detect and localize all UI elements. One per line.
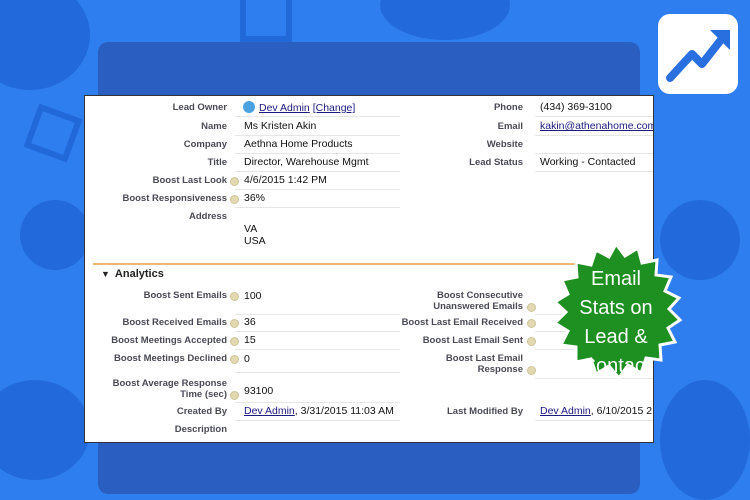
phone-label: Phone <box>493 102 523 113</box>
last-email-received-label: Boost Last Email Received <box>401 317 523 328</box>
boost-last-look-label: Boost Last Look <box>152 175 227 186</box>
meetings-declined-value: 0 <box>244 353 250 365</box>
description-label: Description <box>174 424 227 435</box>
consecutive-unanswered-label-1: Boost Consecutive <box>436 290 523 301</box>
boost-responsiveness-label: Boost Responsiveness <box>122 193 227 204</box>
meetings-accepted-label: Boost Meetings Accepted <box>111 335 227 346</box>
last-modified-label: Last Modified By <box>446 406 523 417</box>
help-dot-icon[interactable] <box>527 337 536 346</box>
lead-status-label: Lead Status <box>469 157 523 168</box>
lead-status-value: Working - Contacted <box>540 156 636 168</box>
title-value: Director, Warehouse Mgmt <box>244 156 369 168</box>
help-dot-icon[interactable] <box>527 366 536 375</box>
company-value: Aethna Home Products <box>244 138 353 150</box>
last-email-response-label-1: Boost Last Email <box>445 353 523 364</box>
boost-responsiveness-value: 36% <box>244 192 266 204</box>
received-emails-value: 36 <box>244 316 256 328</box>
change-owner-link[interactable]: [Change] <box>313 102 356 114</box>
meetings-declined-label: Boost Meetings Declined <box>114 353 227 364</box>
lead-owner-label: Lead Owner <box>172 102 227 113</box>
boost-last-look-value: 4/6/2015 1:42 PM <box>244 174 327 186</box>
last-modified-value: Dev Admin, 6/10/2015 2 <box>540 405 652 417</box>
help-dot-icon[interactable] <box>230 177 239 186</box>
help-dot-icon[interactable] <box>527 303 536 312</box>
help-dot-icon[interactable] <box>230 195 239 204</box>
help-dot-icon[interactable] <box>230 292 239 301</box>
help-dot-icon[interactable] <box>527 319 536 328</box>
address-label: Address <box>188 211 227 222</box>
received-emails-label: Boost Received Emails <box>122 317 227 328</box>
consecutive-unanswered-label-2: Unanswered Emails <box>433 301 523 312</box>
name-value: Ms Kristen Akin <box>244 120 317 132</box>
avg-response-label-1: Boost Average Response <box>112 378 227 389</box>
analytics-title: Analytics <box>114 268 164 280</box>
analytics-section-header[interactable]: ▼ Analytics <box>101 268 164 280</box>
help-dot-icon[interactable] <box>230 319 239 328</box>
created-by-user-link[interactable]: Dev Admin <box>244 405 295 417</box>
company-label: Company <box>183 139 227 150</box>
last-modified-user-link[interactable]: Dev Admin <box>540 405 591 417</box>
help-dot-icon[interactable] <box>230 337 239 346</box>
created-by-label: Created By <box>176 406 227 417</box>
created-by-value: Dev Admin, 3/31/2015 11:03 AM <box>244 405 394 417</box>
avg-response-value: 93100 <box>244 385 274 397</box>
app-logo <box>658 14 738 94</box>
avg-response-label-2: Time (sec) <box>180 389 227 400</box>
last-email-response-label-2: Response <box>477 364 523 375</box>
created-by-date: , 3/31/2015 11:03 AM <box>294 405 394 417</box>
phone-value: (434) 369-3100 <box>540 101 612 113</box>
last-modified-date: , 6/10/2015 2 <box>590 405 653 417</box>
badge-line2: Stats on <box>579 297 653 319</box>
address-line2: USA <box>244 235 266 247</box>
collapse-triangle-icon[interactable]: ▼ <box>101 269 110 279</box>
title-label: Title <box>207 157 227 168</box>
promo-badge-text: Email Stats on Lead & Contact <box>541 265 691 381</box>
trend-up-icon <box>666 30 730 82</box>
badge-line4: Contact <box>581 355 651 377</box>
address-line1: VA <box>244 223 258 235</box>
help-dot-icon[interactable] <box>230 355 239 364</box>
badge-line3: Lead & <box>584 326 648 348</box>
help-dot-icon[interactable] <box>230 391 239 400</box>
user-avatar-icon <box>243 101 255 113</box>
sent-emails-label: Boost Sent Emails <box>143 290 227 301</box>
meetings-accepted-value: 15 <box>244 334 256 346</box>
sent-emails-value: 100 <box>244 290 262 302</box>
lead-owner-link[interactable]: Dev Admin <box>259 102 310 114</box>
last-email-sent-label: Boost Last Email Sent <box>422 335 523 346</box>
email-label: Email <box>497 121 523 132</box>
name-label: Name <box>201 121 227 132</box>
website-label: Website <box>486 139 523 150</box>
lead-owner-value: Dev Admin [Change] <box>243 101 355 114</box>
email-link[interactable]: kakin@athenahome.com <box>540 120 653 132</box>
badge-line1: Email <box>590 268 641 290</box>
